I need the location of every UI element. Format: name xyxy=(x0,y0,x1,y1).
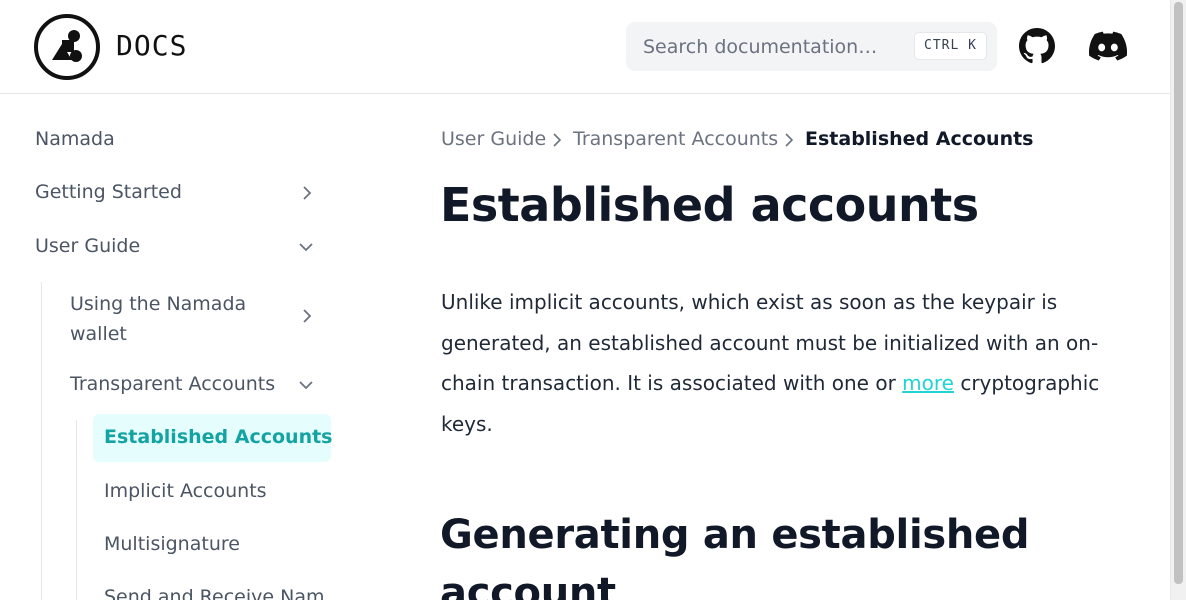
chevron-right-icon[interactable] xyxy=(300,186,314,200)
logo-icon[interactable] xyxy=(34,14,100,80)
sidebar-item-label: Using the Namada xyxy=(70,293,247,315)
breadcrumb-item[interactable]: User Guide xyxy=(441,128,546,150)
sidebar-item-label-active: Established Accounts xyxy=(104,426,333,448)
search-placeholder: Search documentation… xyxy=(643,36,878,58)
keyboard-shortcut-badge: CTRL K xyxy=(914,32,987,60)
section-heading: Generating an established account xyxy=(440,512,1030,600)
search-input[interactable]: Search documentation… CTRL K xyxy=(626,22,997,71)
chevron-down-icon[interactable] xyxy=(299,378,313,392)
chevron-down-icon[interactable] xyxy=(299,240,313,254)
sidebar-item-transparent-accounts[interactable]: Transparent Accounts xyxy=(70,373,275,395)
chevron-right-icon[interactable] xyxy=(300,309,314,323)
discord-icon[interactable] xyxy=(1089,31,1127,61)
page-title: Established accounts xyxy=(440,178,979,232)
sidebar-item-getting-started[interactable]: Getting Started xyxy=(35,181,182,203)
chevron-right-icon xyxy=(785,133,794,147)
chevron-right-icon xyxy=(553,133,562,147)
scrollbar-thumb[interactable] xyxy=(1174,2,1183,584)
nav-guide-line xyxy=(41,282,42,600)
breadcrumb-item[interactable]: Transparent Accounts xyxy=(573,128,778,150)
more-link[interactable]: more xyxy=(902,371,954,395)
sidebar-item-send-receive[interactable]: Send and Receive Nam xyxy=(104,586,324,600)
sidebar-item-multisignature[interactable]: Multisignature xyxy=(104,533,240,555)
intro-paragraph: Unlike implicit accounts, which exist as… xyxy=(441,282,1101,445)
nav-guide-line xyxy=(76,420,77,600)
page-scrollbar[interactable] xyxy=(1170,0,1186,600)
sidebar-item-namada-wallet[interactable]: Using the Namada wallet xyxy=(70,289,246,349)
sidebar-item-implicit-accounts[interactable]: Implicit Accounts xyxy=(104,480,267,502)
top-header: DOCS Search documentation… CTRL K xyxy=(0,0,1170,94)
breadcrumb-current: Established Accounts xyxy=(805,128,1034,150)
sidebar-item-label: wallet xyxy=(70,323,127,345)
sidebar-item-namada[interactable]: Namada xyxy=(35,128,115,150)
logo-text[interactable]: DOCS xyxy=(116,29,187,62)
github-icon[interactable] xyxy=(1019,28,1055,64)
sidebar-item-user-guide[interactable]: User Guide xyxy=(35,235,140,257)
